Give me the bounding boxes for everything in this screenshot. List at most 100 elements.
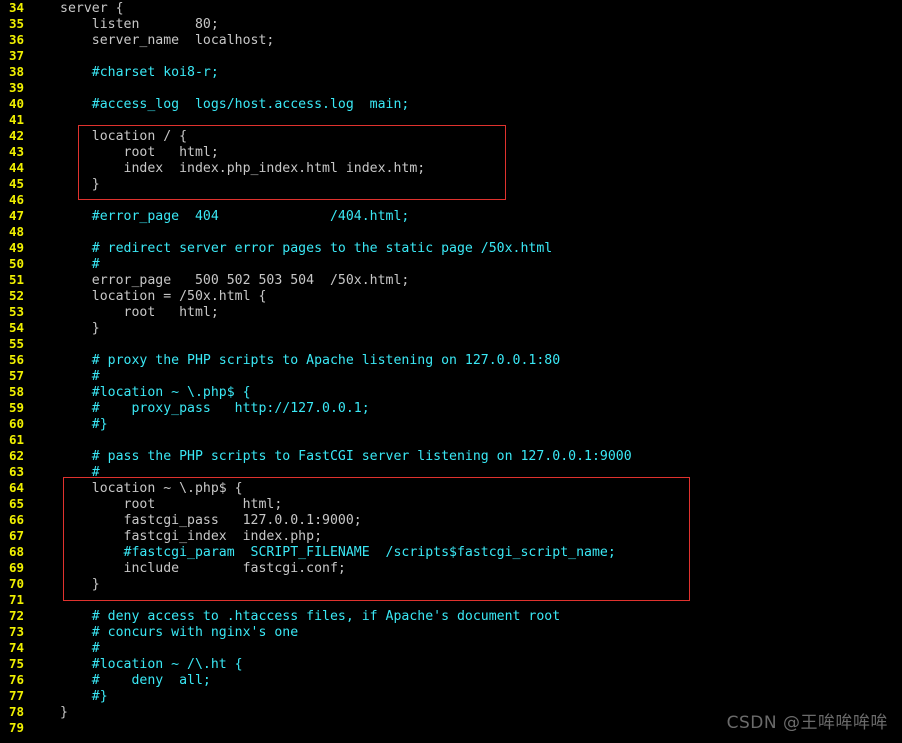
code-line[interactable]: 56 # proxy the PHP scripts to Apache lis… <box>0 352 902 368</box>
code-line[interactable]: 37 <box>0 48 902 64</box>
code-line[interactable]: 42 location / { <box>0 128 902 144</box>
code-line[interactable]: 65 root html; <box>0 496 902 512</box>
line-number: 41 <box>8 112 24 127</box>
code-line[interactable]: 53 root html; <box>0 304 902 320</box>
code-text[interactable]: # concurs with nginx's one <box>60 625 298 641</box>
code-text[interactable]: #access_log logs/host.access.log main; <box>60 97 410 113</box>
code-line[interactable]: 46 <box>0 192 902 208</box>
code-line[interactable]: 55 <box>0 336 902 352</box>
line-number: 35 <box>8 16 24 31</box>
code-line[interactable]: 36 server_name localhost; <box>0 32 902 48</box>
code-text[interactable]: error_page 500 502 503 504 /50x.html; <box>60 273 410 289</box>
code-text[interactable]: root html; <box>60 305 219 321</box>
line-number: 57 <box>8 368 24 383</box>
code-line[interactable]: 47 #error_page 404 /404.html; <box>0 208 902 224</box>
code-line[interactable]: 48 <box>0 224 902 240</box>
code-text[interactable]: location = /50x.html { <box>60 289 267 305</box>
code-lines-container[interactable]: 34 server {35 listen 80; 36 server_name lo… <box>0 0 902 743</box>
code-text[interactable]: # pass the PHP scripts to FastCGI server… <box>60 449 632 465</box>
code-line[interactable]: 40 #access_log logs/host.access.log main… <box>0 96 902 112</box>
code-line[interactable]: 44 index index.php_index.html index.htm; <box>0 160 902 176</box>
code-line[interactable]: 43 root html; <box>0 144 902 160</box>
code-line[interactable]: 62 # pass the PHP scripts to FastCGI ser… <box>0 448 902 464</box>
code-line[interactable]: 41 <box>0 112 902 128</box>
code-line[interactable]: 49 # redirect server error pages to the … <box>0 240 902 256</box>
code-text[interactable]: index index.php_index.html index.htm; <box>60 161 426 177</box>
code-line[interactable]: 58 #location ~ \.php$ { <box>0 384 902 400</box>
line-number: 67 <box>8 528 24 543</box>
code-text[interactable]: # redirect server error pages to the sta… <box>60 241 553 257</box>
code-text[interactable]: listen 80; <box>60 17 219 33</box>
code-line[interactable]: 39 <box>0 80 902 96</box>
code-line[interactable]: 60 #} <box>0 416 902 432</box>
code-text[interactable]: } <box>60 321 100 337</box>
code-text[interactable]: } <box>60 577 100 593</box>
code-text[interactable]: # proxy_pass http://127.0.0.1; <box>60 401 370 417</box>
code-text[interactable]: include fastcgi.conf; <box>60 561 346 577</box>
code-text[interactable]: root html; <box>60 145 219 161</box>
code-text[interactable]: # <box>60 641 100 657</box>
line-number: 75 <box>8 656 24 671</box>
code-text[interactable]: # <box>60 257 100 273</box>
code-text[interactable]: server_name localhost; <box>60 33 275 49</box>
line-number: 48 <box>8 224 24 239</box>
code-text[interactable]: fastcgi_index index.php; <box>60 529 323 545</box>
code-line[interactable]: 34 server { <box>0 0 902 16</box>
code-line[interactable]: 51 error_page 500 502 503 504 /50x.html; <box>0 272 902 288</box>
csdn-watermark: CSDN @王哞哞哞哞 <box>726 713 888 733</box>
line-number: 45 <box>8 176 24 191</box>
code-text[interactable]: #} <box>60 417 108 433</box>
line-number: 71 <box>8 592 24 607</box>
code-line[interactable]: 77 #} <box>0 688 902 704</box>
code-line[interactable]: 76 # deny all; <box>0 672 902 688</box>
code-text[interactable]: # <box>60 465 100 481</box>
code-text[interactable]: } <box>60 177 100 193</box>
code-text[interactable]: #location ~ \.php$ { <box>60 385 251 401</box>
code-line[interactable]: 35 listen 80; <box>0 16 902 32</box>
code-text[interactable]: #location ~ /\.ht { <box>60 657 243 673</box>
line-number: 43 <box>8 144 24 159</box>
code-line[interactable]: 75 #location ~ /\.ht { <box>0 656 902 672</box>
line-number: 76 <box>8 672 24 687</box>
code-line[interactable]: 67 fastcgi_index index.php; <box>0 528 902 544</box>
code-line[interactable]: 38 #charset koi8-r; <box>0 64 902 80</box>
code-text[interactable]: location / { <box>60 129 187 145</box>
line-number: 38 <box>8 64 24 79</box>
code-line[interactable]: 50 # <box>0 256 902 272</box>
code-line[interactable]: 74 # <box>0 640 902 656</box>
line-number: 55 <box>8 336 24 351</box>
code-line[interactable]: 54 } <box>0 320 902 336</box>
code-text[interactable]: #fastcgi_param SCRIPT_FILENAME /scripts$… <box>60 545 616 561</box>
code-line[interactable]: 71 <box>0 592 902 608</box>
code-text[interactable]: location ~ \.php$ { <box>60 481 243 497</box>
code-text[interactable]: # proxy the PHP scripts to Apache listen… <box>60 353 560 369</box>
line-number: 63 <box>8 464 24 479</box>
code-line[interactable]: 57 # <box>0 368 902 384</box>
code-line[interactable]: 61 <box>0 432 902 448</box>
code-line[interactable]: 63 # <box>0 464 902 480</box>
code-text[interactable]: #error_page 404 /404.html; <box>60 209 410 225</box>
code-line[interactable]: 52 location = /50x.html { <box>0 288 902 304</box>
code-text[interactable]: root html; <box>60 497 283 513</box>
code-text[interactable]: #} <box>60 689 108 705</box>
code-text[interactable]: # deny access to .htaccess files, if Apa… <box>60 609 560 625</box>
code-line[interactable]: 68 #fastcgi_param SCRIPT_FILENAME /scrip… <box>0 544 902 560</box>
code-editor[interactable]: 34 server {35 listen 80; 36 server_name lo… <box>0 0 902 743</box>
code-line[interactable]: 69 include fastcgi.conf; <box>0 560 902 576</box>
code-text[interactable]: fastcgi_pass 127.0.0.1:9000; <box>60 513 362 529</box>
code-line[interactable]: 45 } <box>0 176 902 192</box>
code-line[interactable]: 72 # deny access to .htaccess files, if … <box>0 608 902 624</box>
code-line[interactable]: 70 } <box>0 576 902 592</box>
line-number: 64 <box>8 480 24 495</box>
line-number: 61 <box>8 432 24 447</box>
code-text[interactable]: #charset koi8-r; <box>60 65 219 81</box>
code-line[interactable]: 64 location ~ \.php$ { <box>0 480 902 496</box>
code-text[interactable]: } <box>60 705 68 721</box>
code-line[interactable]: 66 fastcgi_pass 127.0.0.1:9000; <box>0 512 902 528</box>
code-line[interactable]: 73 # concurs with nginx's one <box>0 624 902 640</box>
code-line[interactable]: 59 # proxy_pass http://127.0.0.1; <box>0 400 902 416</box>
code-text[interactable]: server { <box>60 1 124 17</box>
code-text[interactable]: # <box>60 369 100 385</box>
code-text[interactable]: # deny all; <box>60 673 211 689</box>
line-number: 47 <box>8 208 24 223</box>
